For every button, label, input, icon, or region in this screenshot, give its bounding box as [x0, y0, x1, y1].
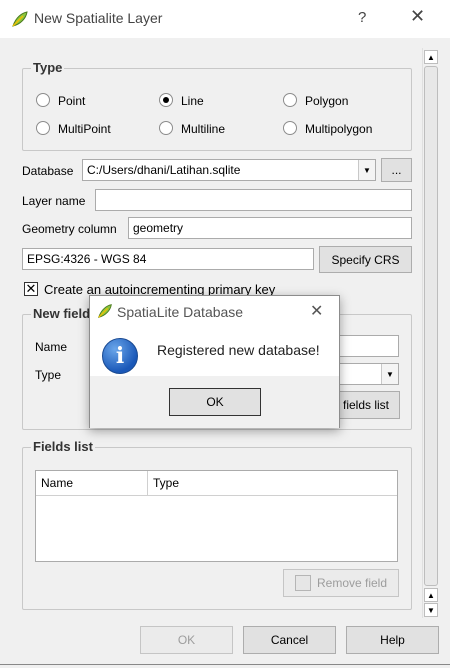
radio-point-label: Point [58, 94, 86, 108]
scrollbar-thumb[interactable] [424, 66, 438, 586]
qgis-leaf-icon [12, 11, 28, 27]
chevron-down-icon[interactable]: ▼ [381, 364, 398, 384]
window-bottom-border [0, 664, 450, 665]
popup-dialog: SpatiaLite Database ✕ i Registered new d… [89, 295, 340, 428]
radio-multipolygon[interactable] [283, 121, 297, 135]
radio-polygon-label: Polygon [305, 94, 349, 108]
geometry-column-label: Geometry column [22, 222, 117, 236]
fields-list-group-title: Fields list [31, 439, 95, 454]
radio-multiline-label: Multiline [181, 122, 226, 136]
column-header-name[interactable]: Name [36, 471, 148, 496]
new-field-name-label: Name [35, 340, 68, 354]
popup-close-icon[interactable]: ✕ [310, 301, 323, 321]
popup-message: Registered new database! [157, 342, 320, 358]
radio-line-label: Line [181, 94, 204, 108]
new-field-name-input[interactable] [338, 335, 399, 357]
scroll-up-icon[interactable]: ▲ [424, 50, 438, 64]
specify-crs-button[interactable]: Specify CRS [319, 246, 412, 273]
radio-polygon[interactable] [283, 93, 297, 107]
ok-button: OK [140, 626, 233, 654]
window-title: New Spatialite Layer [34, 10, 163, 26]
scroll-down-icon[interactable]: ▼ [424, 603, 438, 617]
scroll-up-icon[interactable]: ▲ [424, 588, 438, 602]
info-icon: i [102, 338, 138, 374]
close-icon[interactable]: ✕ [410, 6, 425, 27]
browse-database-button[interactable]: ... [381, 158, 412, 182]
radio-point[interactable] [36, 93, 50, 107]
database-label: Database [22, 164, 74, 178]
fields-table[interactable]: Name Type [35, 470, 398, 562]
layer-name-input[interactable] [95, 189, 412, 211]
new-field-type-label: Type [35, 368, 62, 382]
column-header-type[interactable]: Type [148, 471, 397, 496]
type-group: Type [22, 60, 412, 151]
chevron-down-icon[interactable]: ▼ [358, 160, 375, 180]
database-combo[interactable]: C:/Users/dhani/Latihan.sqlite [82, 159, 376, 181]
help-icon[interactable]: ? [358, 9, 366, 26]
database-value: C:/Users/dhani/Latihan.sqlite [87, 163, 241, 177]
popup-ok-button[interactable]: OK [169, 388, 261, 416]
radio-line[interactable] [159, 93, 173, 107]
geometry-column-input[interactable]: geometry [128, 217, 412, 239]
layer-name-label: Layer name [22, 194, 86, 208]
new-field-group-title: New field [31, 306, 93, 321]
primary-key-checkbox[interactable]: ✕ [24, 282, 38, 296]
help-button[interactable]: Help [346, 626, 439, 654]
remove-field-button: Remove field [283, 569, 399, 597]
remove-field-icon [294, 575, 311, 591]
radio-multiline[interactable] [159, 121, 173, 135]
type-group-title: Type [31, 60, 65, 75]
radio-multipolygon-label: Multipolygon [305, 122, 373, 136]
remove-field-label: Remove field [316, 576, 388, 590]
radio-multipoint-label: MultiPoint [58, 122, 111, 136]
cancel-button[interactable]: Cancel [243, 626, 336, 654]
radio-multipoint[interactable] [36, 121, 50, 135]
popup-title: SpatiaLite Database [117, 304, 244, 320]
qgis-leaf-icon [98, 304, 112, 318]
crs-field: EPSG:4326 - WGS 84 [22, 248, 314, 270]
